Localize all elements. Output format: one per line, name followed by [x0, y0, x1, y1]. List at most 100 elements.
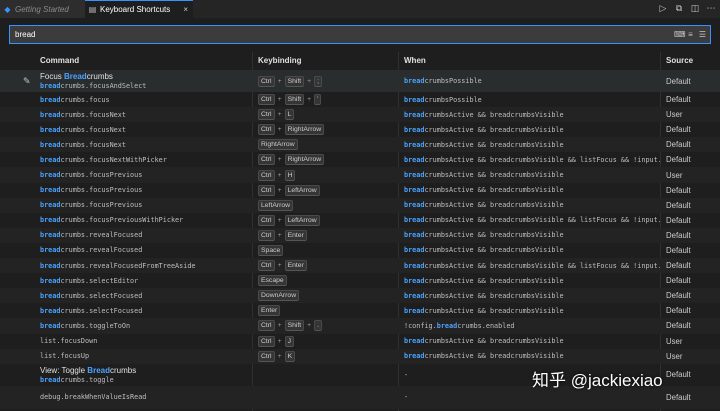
table-row[interactable]: breadcrumbs.focusNext RightArrow bread crum…	[0, 137, 720, 153]
source-cell: Default	[666, 76, 691, 86]
when-cell[interactable]: bread crumbsActive && breadcrumbsVisible	[404, 288, 660, 303]
keybinding-cell[interactable]: Escape	[258, 273, 398, 288]
when-cell[interactable]: bread crumbsActive && breadcrumbsVisible	[404, 107, 660, 122]
source-cell: User	[666, 351, 683, 361]
table-row[interactable]: breadcrumbs.focusPrevious LeftArrow bread c…	[0, 197, 720, 213]
source-cell: User	[666, 336, 683, 346]
table-row[interactable]: breadcrumbs.selectFocused DownArrow bread c…	[0, 288, 720, 304]
command-cell: list.focusUp	[40, 349, 252, 364]
table-row[interactable]: breadcrumbs.focusNext Ctrl + RightArrow brea…	[0, 122, 720, 137]
when-cell[interactable]: bread crumbsActive && breadcrumbsVisible	[404, 273, 660, 288]
clear-search-icon[interactable]: ☰	[698, 29, 707, 40]
when-cell[interactable]: bread crumbsActive && breadcrumbsVisible	[404, 243, 660, 258]
when-cell[interactable]: bread crumbsPossible	[404, 70, 660, 92]
when-cell[interactable]: bread crumbsActive && breadcrumbsVisible	[404, 334, 660, 349]
table-row[interactable]: breadcrumbs.focusNextWithPicker Ctrl + Righ…	[0, 152, 720, 167]
key-chip: Ctrl	[258, 169, 275, 181]
source-cell: Default	[666, 125, 691, 135]
sort-by-precedence-icon[interactable]: ≡	[686, 29, 695, 40]
key-chip: Shift	[284, 75, 305, 87]
tab-keyboard-shortcuts[interactable]: ▤ Keyboard Shortcuts ×	[85, 0, 193, 18]
table-row[interactable]: ✎ Focus Breadcrumbs breadcrumbs.focusAndSe…	[0, 70, 720, 92]
keybinding-cell[interactable]: Ctrl + RightArrow	[258, 122, 398, 137]
column-header-source[interactable]: Source	[666, 56, 693, 65]
open-json-icon[interactable]: ⧉	[674, 2, 684, 14]
key-chip: Space	[258, 244, 284, 256]
table-row[interactable]: breadcrumbs.selectFocused Enter bread crumb…	[0, 303, 720, 318]
table-row[interactable]: list.focusDown Ctrl + Jbread crumbsActive &&…	[0, 334, 720, 349]
key-chip: RightArrow	[284, 124, 325, 136]
keybinding-cell[interactable]: Ctrl + LeftArrow	[258, 213, 398, 228]
when-cell[interactable]: bread crumbsActive && breadcrumbsVisible …	[404, 258, 660, 273]
when-cell[interactable]: bread crumbsPossible	[404, 92, 660, 107]
command-id: breadcrumbs.selectFocused	[40, 306, 143, 315]
command-cell: breadcrumbs.revealFocused	[40, 228, 252, 243]
run-icon[interactable]: ▷	[658, 2, 668, 14]
table-row[interactable]: breadcrumbs.focusPrevious Ctrl + LeftArrow b…	[0, 183, 720, 198]
command-id: breadcrumbs.focusNext	[40, 110, 126, 119]
table-row[interactable]: breadcrumbs.focusPreviousWithPicker Ctrl +…	[0, 213, 720, 228]
when-cell[interactable]: !config. bread crumbs.enabled	[404, 318, 660, 333]
key-separator: +	[277, 231, 282, 239]
table-row[interactable]: breadcrumbs.revealFocusedFromTreeAside Ct…	[0, 258, 720, 274]
table-row[interactable]: list.focusUp Ctrl + K bread crumbsActive && b…	[0, 348, 720, 364]
when-cell[interactable]: bread crumbsActive && breadcrumbsVisible	[404, 303, 660, 318]
when-cell[interactable]: bread crumbsActive && breadcrumbsVisible	[404, 183, 660, 198]
table-row[interactable]: breadcrumbs.focusPrevious Ctrl + H bread crum…	[0, 167, 720, 183]
when-cell[interactable]: bread crumbsActive && breadcrumbsVisible	[404, 228, 660, 243]
column-header-when[interactable]: When	[404, 56, 426, 65]
close-icon[interactable]: ×	[183, 5, 188, 14]
when-cell[interactable]: bread crumbsActive && breadcrumbsVisible …	[404, 152, 660, 167]
when-cell[interactable]: bread crumbsActive && breadcrumbsVisible	[404, 167, 660, 182]
keybinding-cell[interactable]: Ctrl + Enter	[258, 228, 398, 243]
edit-keybinding-icon[interactable]: ✎	[23, 76, 33, 86]
source-cell: User	[666, 170, 683, 180]
command-cell: breadcrumbs.selectEditor	[40, 273, 252, 288]
key-chip: H	[284, 169, 296, 181]
more-actions-icon[interactable]: ⋯	[706, 2, 716, 14]
keybinding-cell[interactable]: Ctrl + Enter	[258, 258, 398, 273]
keybinding-cell[interactable]: Space	[258, 243, 398, 258]
table-row[interactable]: breadcrumbs.focusNext Ctrl + L bread crumbsAc…	[0, 107, 720, 123]
keybinding-cell[interactable]: Ctrl + H	[258, 167, 398, 182]
table-row[interactable]: breadcrumbs.revealFocused Space bread crumb…	[0, 243, 720, 258]
source-cell: Default	[666, 276, 691, 286]
keybinding-cell[interactable]: Ctrl + RightArrow	[258, 152, 398, 167]
command-cell: breadcrumbs.selectFocused	[40, 303, 252, 318]
keybinding-cell[interactable]: DownArrow	[258, 288, 398, 303]
table-row[interactable]: breadcrumbs.revealFocused Ctrl + Enter bread…	[0, 227, 720, 243]
tab-getting-started[interactable]: ◆ Getting Started	[0, 0, 85, 18]
keybinding-cell[interactable]: RightArrow	[258, 137, 398, 152]
record-keys-icon[interactable]: ⌨	[674, 29, 686, 40]
when-cell[interactable]: bread crumbsActive && breadcrumbsVisible	[404, 137, 660, 152]
table-row[interactable]: breadcrumbs.focus Ctrl + Shift + ' bread crumbs…	[0, 92, 720, 107]
command-cell: breadcrumbs.focusPrevious	[40, 167, 252, 182]
key-chip: J	[284, 335, 294, 347]
keybinding-cell[interactable]	[258, 386, 398, 409]
keybinding-cell[interactable]: Ctrl + Shift +.	[258, 318, 398, 333]
key-chip: Ctrl	[258, 94, 275, 106]
column-header-command[interactable]: Command	[40, 56, 79, 65]
keybinding-cell[interactable]: Ctrl + Shift + '	[258, 92, 398, 107]
keybinding-cell[interactable]: Ctrl + LeftArrow	[258, 183, 398, 198]
key-separator: +	[307, 322, 312, 330]
table-row[interactable]: breadcrumbs.toggleToOn Ctrl + Shift +. !confi…	[0, 318, 720, 334]
keybinding-cell[interactable]: LeftArrow	[258, 198, 398, 213]
search-input[interactable]	[15, 28, 615, 41]
when-cell[interactable]: bread crumbsActive && breadcrumbsVisible	[404, 349, 660, 364]
when-cell[interactable]: bread crumbsActive && breadcrumbsVisible	[404, 198, 660, 213]
when-cell[interactable]: bread crumbsActive && breadcrumbsVisible	[404, 122, 660, 137]
keybinding-cell[interactable]: Ctrl + L	[258, 107, 398, 122]
keybinding-cell[interactable]: Ctrl + K	[258, 349, 398, 364]
key-chip: '	[314, 94, 322, 106]
keybinding-cell[interactable]	[258, 364, 398, 386]
table-row[interactable]: breadcrumbs.selectEditor Escape bread crumb…	[0, 273, 720, 288]
command-id: debug.breakWhenValueIsRead	[40, 393, 147, 402]
when-cell[interactable]: bread crumbsActive && breadcrumbsVisible …	[404, 213, 660, 228]
keybinding-cell[interactable]: Enter	[258, 303, 398, 318]
key-chip: Ctrl	[258, 124, 275, 136]
column-header-keybinding[interactable]: Keybinding	[258, 56, 302, 65]
split-editor-icon[interactable]: ◫	[690, 2, 700, 14]
keybinding-cell[interactable]: Ctrl + J	[258, 334, 398, 349]
keybinding-cell[interactable]: Ctrl + Shift +;	[258, 70, 398, 92]
